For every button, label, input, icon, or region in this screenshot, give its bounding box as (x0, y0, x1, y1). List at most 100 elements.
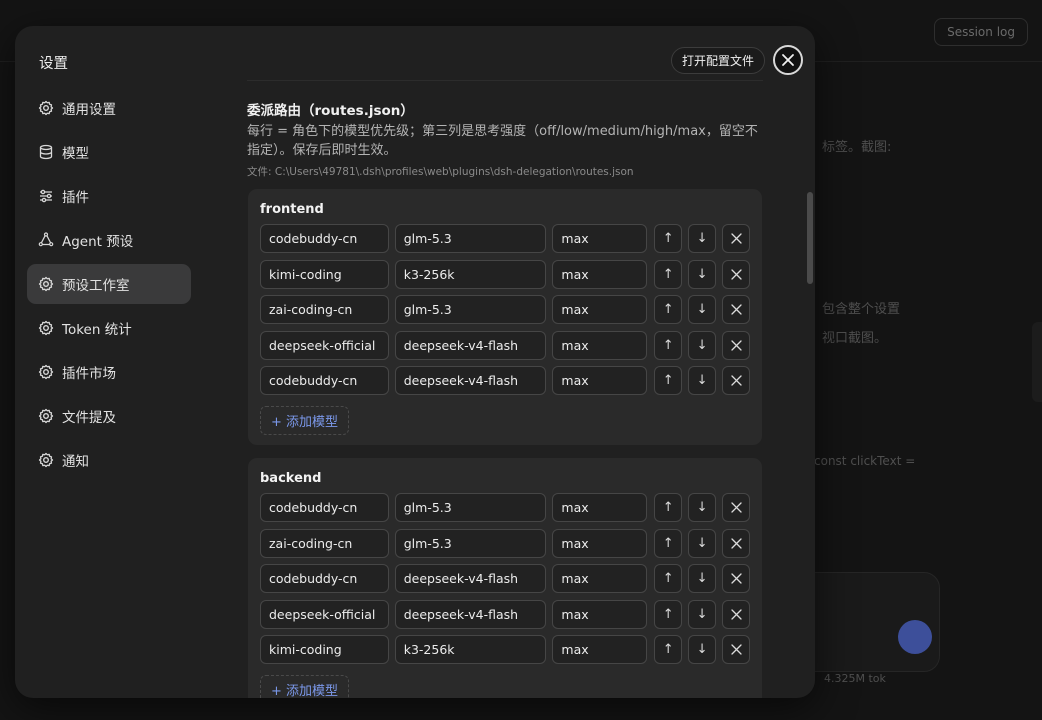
sidebar-item-4[interactable]: 预设工作室 (27, 264, 191, 304)
sidebar-item-2[interactable]: 插件 (27, 176, 191, 216)
section-description: 每行 = 角色下的模型优先级；第三列是思考强度（off/low/medium/h… (247, 124, 758, 158)
move-down-button[interactable]: ↓ (688, 366, 717, 395)
model-field[interactable]: k3-256k (394, 259, 547, 289)
provider-field[interactable]: deepseek-official (260, 330, 389, 360)
sidebar-item-5[interactable]: Token 统计 (27, 308, 191, 348)
sidebar-item-6[interactable]: 插件市场 (27, 352, 191, 392)
model-field[interactable]: deepseek-v4-flash (394, 564, 547, 593)
sidebar-item-1[interactable]: 模型 (27, 132, 191, 172)
remove-route-button[interactable] (722, 366, 751, 395)
route-row: kimi-coding k3-256k max ↑ ↓ (260, 635, 751, 664)
sidebar-item-7[interactable]: 文件提及 (27, 396, 191, 436)
sliders-icon (38, 188, 54, 204)
move-down-button[interactable]: ↓ (688, 635, 717, 664)
route-row: deepseek-official deepseek-v4-flash max ↑ ↓ (260, 599, 751, 629)
route-row: codebuddy-cn glm-5.3 max ↑ ↓ (260, 493, 751, 522)
remove-route-button[interactable] (722, 295, 751, 324)
remove-route-button[interactable] (722, 564, 751, 593)
model-field[interactable]: glm-5.3 (394, 528, 547, 558)
move-down-button[interactable]: ↓ (688, 528, 717, 558)
background-text: 视口截图。 (822, 331, 888, 346)
session-log-button[interactable]: Session log (934, 18, 1028, 46)
agent-icon (38, 232, 54, 248)
move-up-button[interactable]: ↑ (654, 366, 683, 395)
effort-field[interactable]: max (552, 259, 648, 289)
model-field[interactable]: deepseek-v4-flash (394, 366, 547, 395)
remove-route-button[interactable] (722, 528, 751, 558)
move-down-button[interactable]: ↓ (688, 599, 717, 629)
remove-route-button[interactable] (722, 493, 751, 522)
provider-field[interactable]: kimi-coding (260, 635, 389, 664)
remove-route-button[interactable] (722, 224, 751, 253)
move-up-button[interactable]: ↑ (654, 259, 683, 289)
provider-field[interactable]: zai-coding-cn (260, 295, 389, 324)
effort-field[interactable]: max (552, 366, 648, 395)
close-icon (730, 268, 742, 280)
sidebar-item-3[interactable]: Agent 预设 (27, 220, 191, 260)
add-model-button[interactable]: + 添加模型 (260, 674, 350, 698)
remove-route-button[interactable] (722, 635, 751, 664)
effort-field[interactable]: max (552, 330, 648, 360)
effort-field[interactable]: max (552, 295, 648, 324)
move-up-button[interactable]: ↑ (654, 224, 683, 253)
database-icon (38, 144, 54, 160)
sidebar-item-label: 通知 (62, 454, 89, 470)
effort-field[interactable]: max (552, 528, 648, 558)
close-icon (782, 54, 794, 66)
move-up-button[interactable]: ↑ (654, 493, 683, 522)
sidebar-item-label: Agent 预设 (62, 234, 134, 250)
close-button[interactable] (773, 45, 803, 75)
move-down-button[interactable]: ↓ (688, 564, 717, 593)
provider-field[interactable]: codebuddy-cn (260, 366, 389, 395)
background-text: 包含整个设置 (822, 302, 901, 317)
remove-route-button[interactable] (722, 599, 751, 629)
model-field[interactable]: glm-5.3 (394, 493, 547, 522)
provider-field[interactable]: codebuddy-cn (260, 493, 389, 522)
move-down-button[interactable]: ↓ (688, 493, 717, 522)
scrollbar-thumb[interactable] (807, 192, 813, 284)
effort-field[interactable]: max (552, 493, 648, 522)
routes-file-path: 文件: C:\Users\49781\.dsh\profiles\web\plu… (247, 166, 634, 178)
model-field[interactable]: k3-256k (394, 635, 547, 664)
role-name: backend (260, 471, 322, 486)
sidebar-item-0[interactable]: 通用设置 (27, 88, 191, 128)
close-icon (730, 537, 742, 549)
effort-field[interactable]: max (552, 635, 648, 664)
move-up-button[interactable]: ↑ (654, 295, 683, 324)
model-field[interactable]: glm-5.3 (394, 224, 547, 253)
background-send-button (898, 620, 932, 654)
close-icon (730, 375, 742, 386)
move-down-button[interactable]: ↓ (688, 295, 717, 324)
provider-field[interactable]: deepseek-official (260, 599, 389, 629)
route-row: deepseek-official deepseek-v4-flash max ↑ ↓ (260, 330, 751, 360)
provider-field[interactable]: codebuddy-cn (260, 564, 389, 593)
provider-field[interactable]: codebuddy-cn (260, 224, 389, 253)
move-up-button[interactable]: ↑ (654, 635, 683, 664)
move-up-button[interactable]: ↑ (654, 330, 683, 360)
remove-route-button[interactable] (722, 259, 751, 289)
provider-field[interactable]: kimi-coding (260, 259, 389, 289)
role-name: frontend (260, 202, 324, 217)
model-field[interactable]: deepseek-v4-flash (394, 330, 547, 360)
move-down-button[interactable]: ↓ (688, 259, 717, 289)
sidebar-item-label: 插件 (62, 190, 89, 206)
gear-icon (38, 100, 54, 116)
remove-route-button[interactable] (722, 330, 751, 360)
provider-field[interactable]: zai-coding-cn (260, 528, 389, 558)
effort-field[interactable]: max (552, 224, 648, 253)
model-field[interactable]: deepseek-v4-flash (394, 599, 547, 629)
route-row: zai-coding-cn glm-5.3 max ↑ ↓ (260, 295, 751, 324)
move-up-button[interactable]: ↑ (654, 564, 683, 593)
model-field[interactable]: glm-5.3 (394, 295, 547, 324)
sidebar-item-label: 模型 (62, 146, 89, 162)
move-down-button[interactable]: ↓ (688, 330, 717, 360)
move-down-button[interactable]: ↓ (688, 224, 717, 253)
move-up-button[interactable]: ↑ (654, 528, 683, 558)
sidebar-item-8[interactable]: 通知 (27, 440, 191, 480)
gear-icon (38, 364, 54, 380)
open-config-file-button[interactable]: 打开配置文件 (671, 47, 766, 74)
effort-field[interactable]: max (552, 564, 648, 593)
move-up-button[interactable]: ↑ (654, 599, 683, 629)
add-model-button[interactable]: + 添加模型 (260, 405, 350, 435)
effort-field[interactable]: max (552, 599, 648, 629)
